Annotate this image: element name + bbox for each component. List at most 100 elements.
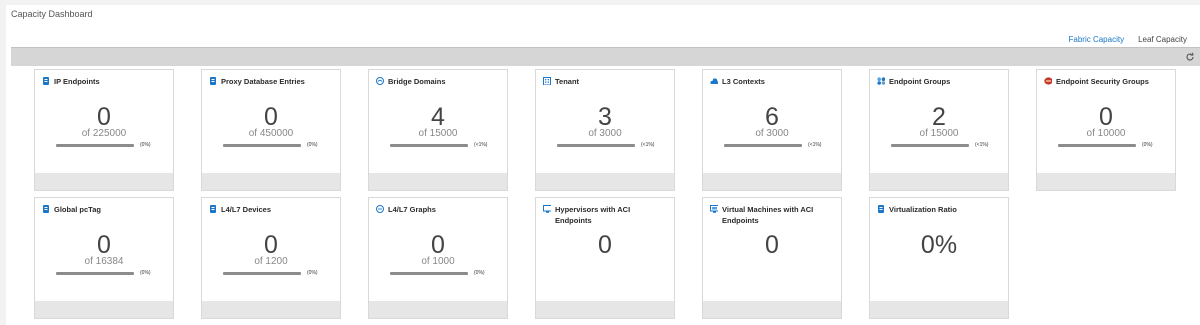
card-header: Hypervisors with ACI Endpoints	[536, 198, 674, 226]
card-l4l7-graphs[interactable]: L4/L7 Graphs 0 of 1000 (0%)	[368, 197, 508, 319]
card-title: Hypervisors with ACI Endpoints	[555, 205, 631, 225]
usage-percent: (0%)	[1142, 142, 1153, 148]
card-header: Proxy Database Entries	[202, 70, 340, 98]
card-capacity: of 1200	[254, 256, 288, 267]
card-capacity: of 3000	[588, 128, 622, 139]
card-value: 0	[598, 231, 612, 259]
card-title: Global pcTag	[54, 205, 101, 214]
vm-icon	[710, 205, 718, 213]
card-footer	[202, 301, 340, 318]
page-title: Capacity Dashboard	[11, 9, 93, 19]
bridge-domain-icon	[376, 77, 384, 85]
card-header: Endpoint Groups	[870, 70, 1008, 98]
card-title: Virtualization Ratio	[889, 205, 957, 214]
card-footer	[536, 301, 674, 318]
cloud-icon	[710, 77, 718, 85]
usage-percent: (0%)	[307, 142, 318, 148]
usage-bar	[390, 144, 468, 147]
card-value: 0%	[920, 231, 958, 259]
endpoint-group-icon	[877, 77, 885, 85]
card-endpoint-groups[interactable]: Endpoint Groups 2 of 15000 (<1%)	[869, 69, 1009, 191]
usage-bar	[56, 144, 134, 147]
card-footer	[536, 173, 674, 190]
card-value: 0	[765, 231, 779, 259]
card-capacity: of 16384	[84, 256, 124, 267]
card-endpoint-security-groups[interactable]: Endpoint Security Groups 0 of 10000 (0%)	[1036, 69, 1176, 191]
card-value: 4	[431, 103, 445, 131]
card-value: 0	[264, 103, 278, 131]
card-footer	[1037, 173, 1175, 190]
card-footer	[202, 173, 340, 190]
card-bridge-domains[interactable]: Bridge Domains 4 of 15000 (<1%)	[368, 69, 508, 191]
device-icon	[209, 205, 217, 213]
card-hypervisors[interactable]: Hypervisors with ACI Endpoints 0	[535, 197, 675, 319]
usage-percent: (<1%)	[975, 142, 989, 148]
usage-percent: (<1%)	[474, 142, 488, 148]
card-virtual-machines[interactable]: Virtual Machines with ACI Endpoints 0	[702, 197, 842, 319]
card-title: L4/L7 Graphs	[388, 205, 436, 214]
card-tenant[interactable]: Tenant 3 of 3000 (<1%)	[535, 69, 675, 191]
card-title: IP Endpoints	[54, 77, 100, 86]
usage-percent: (<1%)	[641, 142, 655, 148]
card-proxy-database-entries[interactable]: Proxy Database Entries 0 of 450000 (0%)	[201, 69, 341, 191]
usage-bar	[1058, 144, 1136, 147]
ratio-icon	[877, 205, 885, 213]
monitor-icon	[543, 205, 551, 213]
card-header: Tenant	[536, 70, 674, 98]
database-icon	[209, 77, 217, 85]
card-capacity: of 3000	[755, 128, 789, 139]
card-footer	[870, 173, 1008, 190]
card-footer	[703, 173, 841, 190]
toolbar	[11, 47, 1200, 66]
dashboard-panel: Capacity Dashboard Fabric Capacity Leaf …	[6, 5, 1200, 325]
card-footer	[369, 173, 507, 190]
card-footer	[703, 301, 841, 318]
card-title: Virtual Machines with ACI Endpoints	[722, 205, 814, 225]
card-title: Bridge Domains	[388, 77, 446, 86]
tag-icon	[42, 205, 50, 213]
card-value: 0	[1099, 103, 1113, 131]
usage-percent: (0%)	[307, 270, 318, 276]
refresh-icon[interactable]	[1184, 51, 1196, 63]
card-capacity: of 15000	[418, 128, 458, 139]
card-title: Endpoint Groups	[889, 77, 951, 86]
card-footer	[35, 301, 173, 318]
card-title: Endpoint Security Groups	[1056, 77, 1149, 86]
card-value: 0	[97, 231, 111, 259]
usage-bar	[891, 144, 969, 147]
usage-bar	[724, 144, 802, 147]
usage-percent: (0%)	[474, 270, 485, 276]
usage-percent: (0%)	[140, 142, 151, 148]
card-global-pctag[interactable]: Global pcTag 0 of 16384 (0%)	[34, 197, 174, 319]
card-value: 2	[932, 103, 946, 131]
card-value: 3	[598, 103, 612, 131]
card-title: Tenant	[555, 77, 580, 86]
card-value: 6	[765, 103, 779, 131]
card-header: Endpoint Security Groups	[1037, 70, 1175, 98]
tenant-icon	[543, 77, 551, 85]
usage-bar	[390, 272, 468, 275]
card-value: 0	[97, 103, 111, 131]
card-ip-endpoints[interactable]: IP Endpoints 0 of 225000 (0%)	[34, 69, 174, 191]
card-value: 0	[264, 231, 278, 259]
usage-bar	[223, 144, 301, 147]
card-capacity: of 225000	[81, 128, 127, 139]
endpoint-icon	[42, 77, 50, 85]
card-l4l7-devices[interactable]: L4/L7 Devices 0 of 1200 (0%)	[201, 197, 341, 319]
card-header: IP Endpoints	[35, 70, 173, 98]
card-value: 0	[431, 231, 445, 259]
card-capacity: of 10000	[1086, 128, 1126, 139]
card-capacity: of 450000	[248, 128, 294, 139]
card-virtualization-ratio[interactable]: Virtualization Ratio 0%	[869, 197, 1009, 319]
usage-bar	[223, 272, 301, 275]
card-title: Proxy Database Entries	[221, 77, 305, 86]
card-header: Bridge Domains	[369, 70, 507, 98]
card-l3-contexts[interactable]: L3 Contexts 6 of 3000 (<1%)	[702, 69, 842, 191]
card-header: L3 Contexts	[703, 70, 841, 98]
usage-bar	[56, 272, 134, 275]
usage-percent: (<1%)	[808, 142, 822, 148]
card-header: Virtual Machines with ACI Endpoints	[703, 198, 841, 226]
card-header: L4/L7 Graphs	[369, 198, 507, 226]
card-capacity: of 15000	[919, 128, 959, 139]
card-title: L3 Contexts	[722, 77, 765, 86]
